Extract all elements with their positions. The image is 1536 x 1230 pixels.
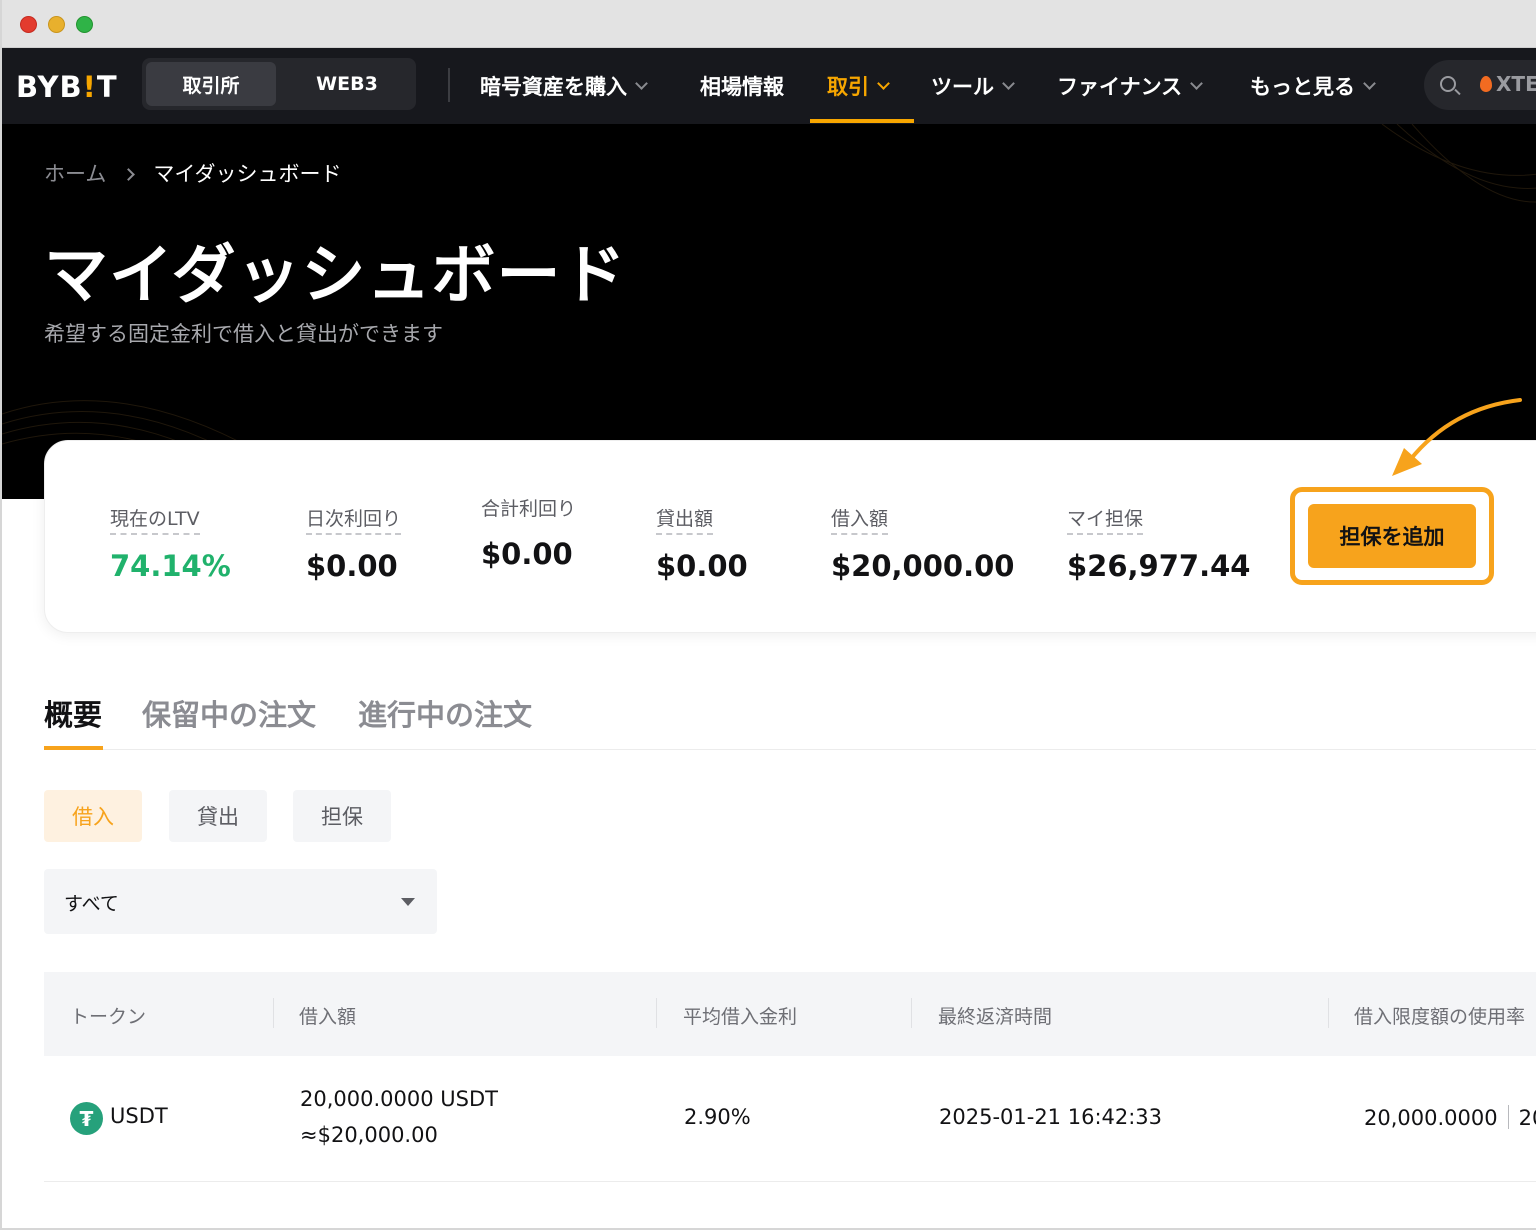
col-repay-time: 最終返済時間 [938,1006,1053,1028]
tab-divider [44,749,1536,750]
col-divider [656,998,657,1028]
col-avg-rate: 平均借入金利 [683,1006,798,1028]
stat-label[interactable]: 日次利回り [306,504,402,535]
col-limit-usage: 借入限度額の使用率 [1354,1006,1526,1028]
row-repay-time: 2025-01-21 16:42:33 [939,1105,1163,1129]
usdt-icon: ₮ [70,1102,103,1135]
stat-borrowed-amount: 借入額 $20,000.00 [831,504,1014,583]
top-navigation: BYB!T 取引所 WEB3 暗号資産を購入 相場情報 取引 ツール ファイナン… [2,48,1536,124]
caret-down-icon [401,898,415,906]
stat-current-ltv: 現在のLTV 74.14% [110,504,231,583]
title-bar [2,0,1536,48]
breadcrumb: ホーム マイダッシュボード [44,158,342,188]
filter-collateral[interactable]: 担保 [293,790,391,842]
nav-buy-crypto[interactable]: 暗号資産を購入 [480,66,648,106]
nav-finance[interactable]: ファイナンス [1057,66,1204,106]
table-header: トークン 借入額 平均借入金利 最終返済時間 借入限度額の使用率 [44,972,1536,1056]
stat-label[interactable]: 貸出額 [656,504,714,535]
stat-daily-yield: 日次利回り $0.00 [306,504,402,583]
row-usage-value: 20,000.0000 [1364,1106,1498,1130]
col-token: トークン [70,1006,147,1028]
table-row[interactable]: ₮ USDT 20,000.0000 USDT ≈$20,000.00 2.90… [44,1056,1536,1182]
row-usage-limit: 20 [1518,1106,1536,1130]
usage-divider [1507,1105,1509,1129]
nav-tools-label: ツール [931,75,994,99]
stat-label[interactable]: マイ担保 [1067,504,1144,535]
logo-text-end: T [96,70,118,104]
search-box[interactable]: XTE [1424,60,1536,110]
filter-borrow[interactable]: 借入 [44,790,142,842]
chevron-right-icon [122,168,136,181]
tab-overview[interactable]: 概要 [44,692,102,734]
nav-more[interactable]: もっと見る [1250,66,1376,106]
active-nav-underline [810,119,914,123]
token-filter-value: すべて [64,893,119,915]
col-divider [911,998,912,1028]
nav-trade[interactable]: 取引 [827,66,890,106]
active-tab-underline [44,746,103,750]
nav-divider [448,68,450,102]
page-subtitle: 希望する固定金利で借入と貸出ができます [44,322,443,346]
breadcrumb-current: マイダッシュボード [153,162,342,186]
stat-value: 74.14% [110,549,231,583]
chevron-down-icon [1002,76,1015,90]
fire-icon [1480,76,1492,92]
chevron-down-icon [635,76,648,90]
logo-accent: ! [82,70,97,104]
stat-label[interactable]: 現在のLTV [110,504,200,535]
breadcrumb-home[interactable]: ホーム [44,162,106,186]
segment-exchange[interactable]: 取引所 [146,62,276,106]
row-limit-usage: 20,000.0000 20 [1364,1105,1536,1130]
add-collateral-button[interactable]: 担保を追加 [1308,504,1476,568]
col-divider [1328,998,1329,1028]
nav-markets-label: 相場情報 [700,75,784,99]
stat-label: 合計利回り [481,498,577,520]
tab-active-orders[interactable]: 進行中の注文 [358,692,532,734]
stat-value: $26,977.44 [1067,549,1251,583]
callout-arrow-icon [1392,398,1522,476]
token-filter-select[interactable]: すべて [44,869,437,934]
stat-value: $0.00 [656,549,748,583]
stat-lent-amount: 貸出額 $0.00 [656,504,748,583]
nav-markets[interactable]: 相場情報 [700,66,784,106]
page-title: マイダッシュボード [44,239,627,313]
stat-my-collateral: マイ担保 $26,977.44 [1067,504,1250,583]
search-hot-suggestion: XTE [1480,72,1536,96]
stat-value: $20,000.00 [831,549,1015,583]
chevron-down-icon [877,76,890,90]
nav-more-label: もっと見る [1250,75,1355,99]
search-hot-text: XTE [1496,72,1536,96]
tab-pending-orders[interactable]: 保留中の注文 [142,692,316,734]
chevron-down-icon [1190,76,1204,90]
search-icon [1440,76,1456,92]
minimize-window-button[interactable] [48,16,65,33]
nav-trade-label: 取引 [827,75,869,99]
col-divider [273,998,274,1028]
row-token: USDT [110,1104,168,1128]
chevron-down-icon [1363,76,1376,90]
nav-finance-label: ファイナンス [1057,75,1183,99]
filter-lend[interactable]: 貸出 [169,790,267,842]
col-borrowed-amount: 借入額 [299,1006,357,1028]
logo-text: BYB [16,70,83,104]
row-amount: 20,000.0000 USDT [300,1087,498,1111]
segment-web3[interactable]: WEB3 [282,62,412,106]
close-window-button[interactable] [20,16,37,33]
row-amount-usd: ≈$20,000.00 [300,1123,438,1147]
stat-label[interactable]: 借入額 [831,504,889,535]
stat-value: $0.00 [306,549,398,583]
row-rate: 2.90% [684,1105,751,1129]
nav-tools[interactable]: ツール [931,66,1015,106]
browser-window: BYB!T 取引所 WEB3 暗号資産を購入 相場情報 取引 ツール ファイナン… [0,0,1536,1230]
zoom-window-button[interactable] [76,16,93,33]
nav-buy-crypto-label: 暗号資産を購入 [480,75,627,99]
platform-switch: 取引所 WEB3 [142,58,416,110]
stat-total-yield: 合計利回り $0.00 [481,494,576,571]
stat-value: $0.00 [481,537,573,571]
bybit-logo[interactable]: BYB!T [16,70,118,104]
